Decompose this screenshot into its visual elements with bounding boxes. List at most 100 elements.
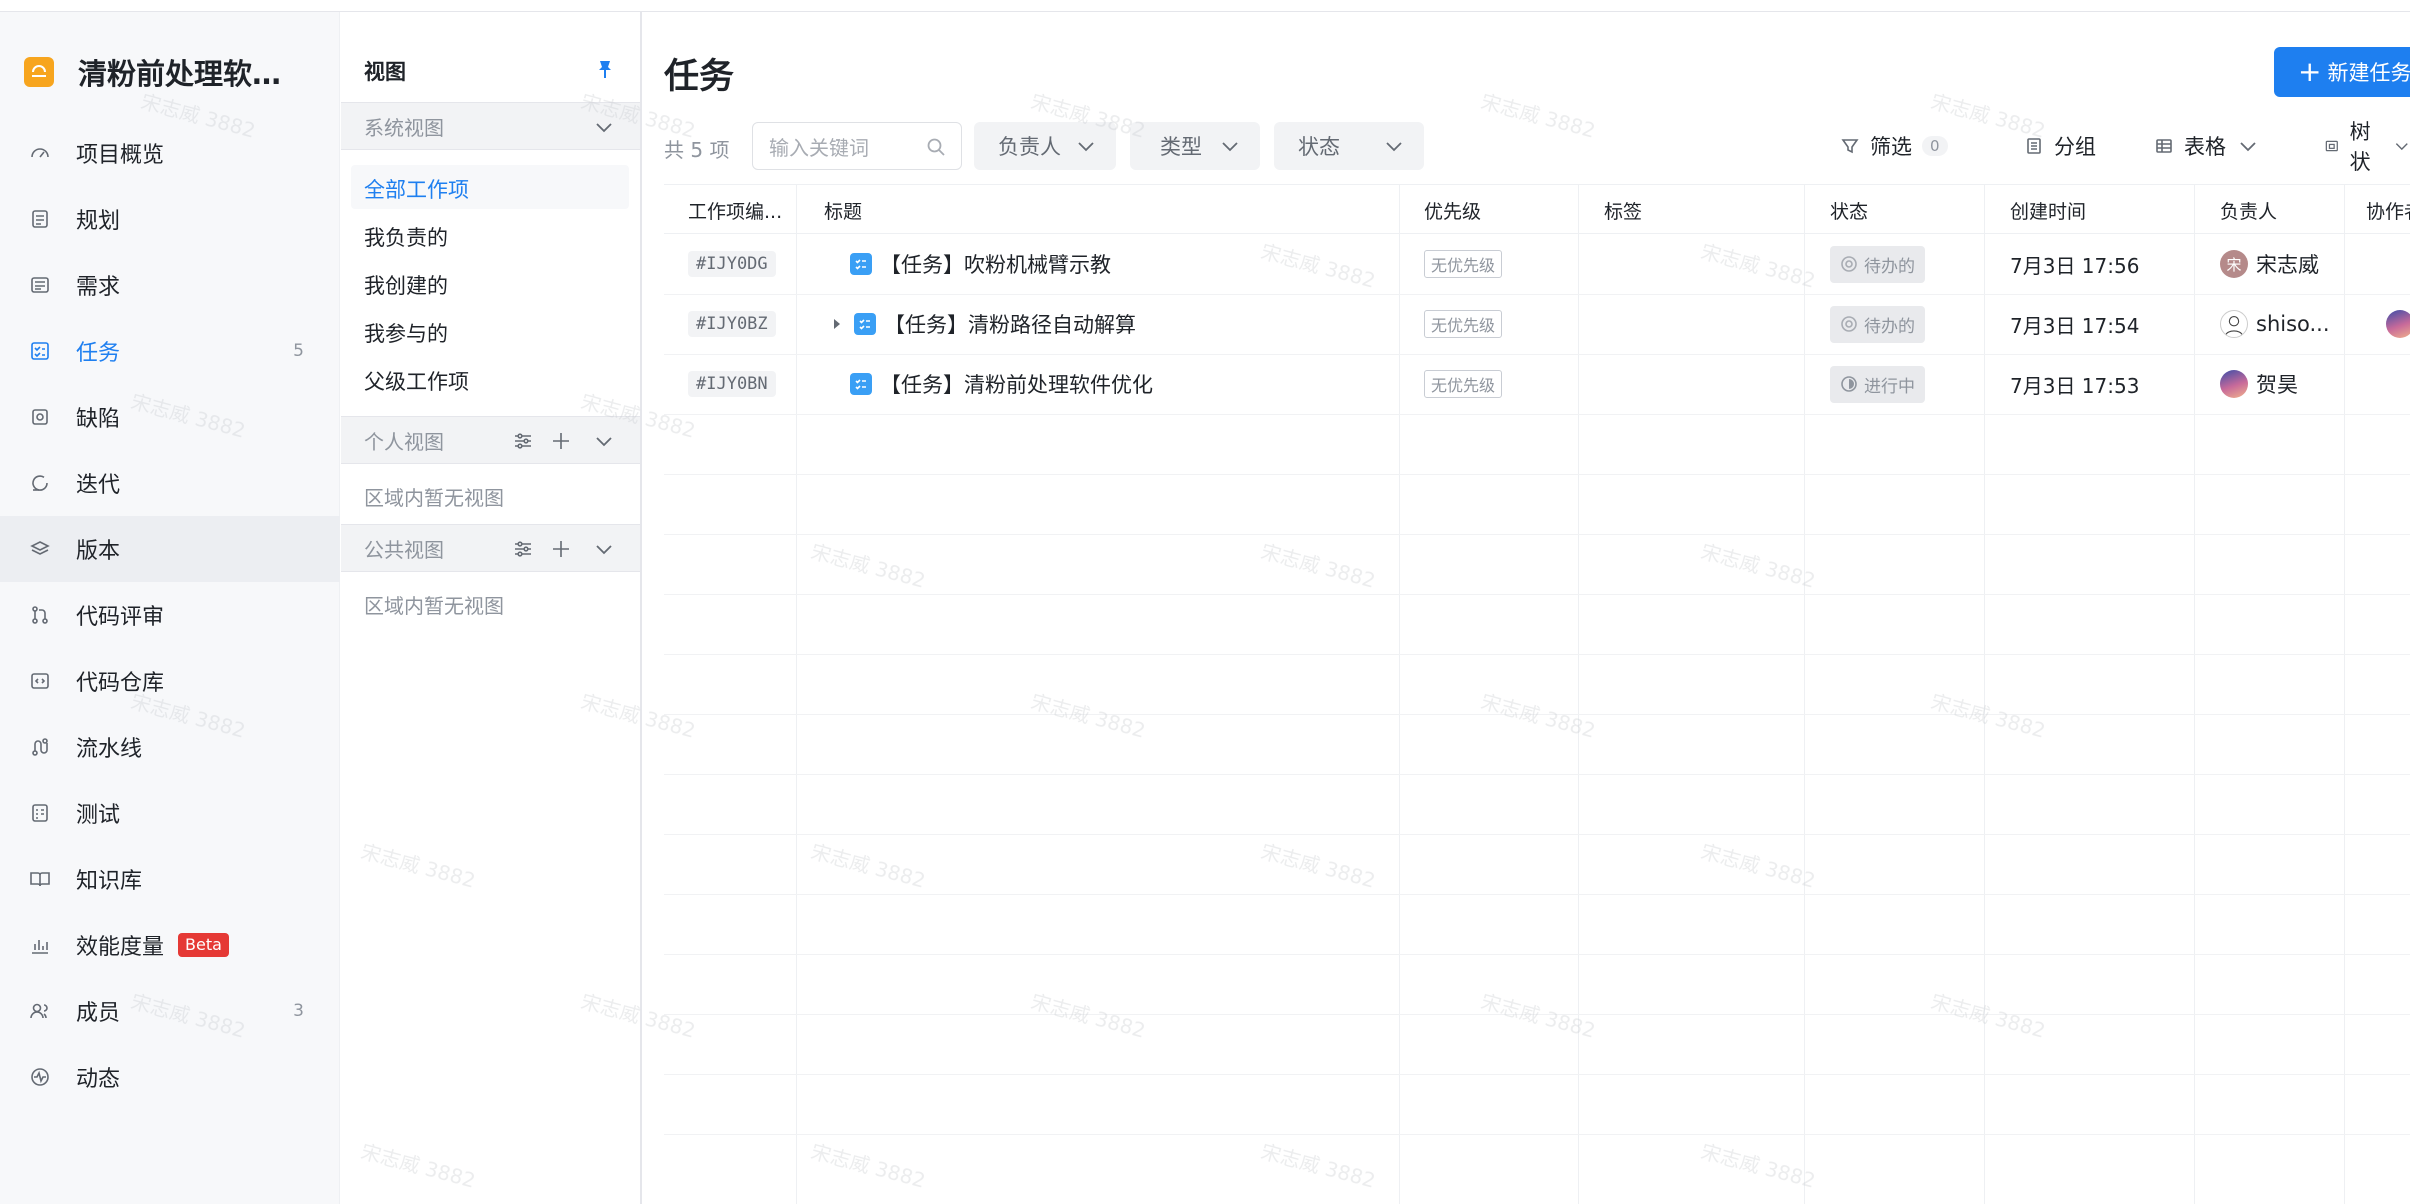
sidebar-item-members[interactable]: 成员 3 [0,978,340,1044]
status-label: 进行中 [1864,376,1915,397]
status-filter[interactable]: 状态 [1274,122,1424,170]
row-divider [664,954,2410,955]
chevron-down-icon[interactable] [594,539,614,559]
group-button[interactable]: 分组 [2024,122,2096,170]
chevron-down-icon [1386,142,1402,152]
work-item-id[interactable]: #IJY0BN [688,371,776,397]
sidebar-item-label: 动态 [76,1067,121,1092]
sidebar-item-iteration[interactable]: 迭代 [0,450,340,516]
search-input[interactable]: 输入关键词 [752,122,962,170]
filter-label: 状态 [1298,135,1340,159]
view-participated[interactable]: 我参与的 [364,318,448,348]
table-row[interactable]: #IJY0BZ 【任务】清粉路径自动解算 无优先级 待办的 7月3日 17:54… [664,294,2410,354]
sidebar-item-version[interactable]: 版本 [0,516,340,582]
type-filter[interactable]: 类型 [1130,122,1260,170]
sidebar-item-overview[interactable]: 项目概览 [0,120,340,186]
project-header[interactable]: 清粉前处理软… [24,52,281,92]
expand-arrow-icon[interactable] [830,317,844,331]
column-header-assignee[interactable]: 负责人 [2220,185,2277,235]
layers-icon [28,537,52,561]
status-badge[interactable]: 进行中 [1830,365,1925,403]
views-title: 视图 [364,60,406,84]
assignee-name[interactable]: shiso... [2256,312,2330,336]
public-views-empty: 区域内暂无视图 [364,594,504,618]
sidebar-item-label: 流水线 [76,737,143,762]
status-label: 待办的 [1864,256,1915,277]
filter-button[interactable]: 筛选 0 [1840,122,1948,170]
sidebar-item-label: 缺陷 [76,407,121,432]
pipeline-icon [28,735,52,759]
priority-badge[interactable]: 无优先级 [1424,310,1503,338]
work-item-title[interactable]: 【任务】清粉路径自动解算 [884,309,1136,339]
plus-icon[interactable] [550,430,572,452]
status-badge[interactable]: 待办的 [1830,305,1925,343]
sidebar-item-bug[interactable]: 缺陷 [0,384,340,450]
sidebar-item-label: 效能度量 [76,935,165,960]
sidebar-item-pipeline[interactable]: 流水线 [0,714,340,780]
table-row[interactable]: #IJY0BN 【任务】清粉前处理软件优化 无优先级 进行中 7月3日 17:5… [664,354,2410,414]
group-icon [2027,138,2041,154]
sidebar-item-repo[interactable]: 代码仓库 [0,648,340,714]
chevron-down-icon [2240,142,2256,152]
plan-icon [28,207,52,231]
work-item-title[interactable]: 【任务】清粉前处理软件优化 [880,369,1153,399]
requirement-icon [28,273,52,297]
beta-badge: Beta [178,933,229,957]
settings-sliders-icon[interactable] [512,430,534,452]
plus-icon[interactable] [550,538,572,560]
created-time: 7月3日 17:54 [2010,313,2140,338]
collaborator-avatar[interactable] [2386,310,2410,338]
column-header-title[interactable]: 标题 [824,185,862,235]
personal-views-section[interactable]: 个人视图 [341,416,640,464]
table-row[interactable]: #IJY0DG 【任务】吹粉机械臂示教 无优先级 待办的 7月3日 17:56 … [664,234,2410,294]
sidebar: 清粉前处理软… 项目概览 规划 需求 任务 5 缺陷 迭代 版本 代码评审 代码… [0,12,340,1204]
view-parent-items[interactable]: 父级工作项 [364,366,469,396]
sidebar-item-insights[interactable]: 效能度量 Beta [0,912,340,978]
column-header-id[interactable]: 工作项编... [688,185,788,235]
priority-badge[interactable]: 无优先级 [1424,250,1503,278]
tree-view-button[interactable]: 树状 [2324,120,2410,174]
priority-badge[interactable]: 无优先级 [1424,370,1503,398]
status-badge[interactable]: 待办的 [1830,245,1925,283]
sidebar-item-label: 知识库 [76,869,143,894]
plus-icon: + [2298,55,2322,88]
chevron-down-icon [2396,143,2409,151]
chevron-down-icon[interactable] [594,431,614,451]
sidebar-item-plan[interactable]: 规划 [0,186,340,252]
pin-icon[interactable] [594,58,616,80]
view-assigned-to-me[interactable]: 我负责的 [364,222,448,252]
assignee-name[interactable]: 贺昊 [2256,369,2298,399]
search-placeholder: 输入关键词 [769,135,869,160]
sidebar-item-task[interactable]: 任务 5 [0,318,340,384]
settings-sliders-icon[interactable] [512,538,534,560]
table-view-button[interactable]: 表格 [2154,122,2258,170]
top-border [0,0,2410,12]
sidebar-item-activity[interactable]: 动态 [0,1044,340,1110]
personal-views-empty: 区域内暂无视图 [364,486,504,510]
column-header-status[interactable]: 状态 [1830,185,1868,235]
new-task-button[interactable]: + 新建任务 [2274,47,2410,97]
work-item-title[interactable]: 【任务】吹粉机械臂示教 [880,249,1111,279]
chevron-down-icon[interactable] [594,117,614,137]
column-header-collaborators[interactable]: 协作者 [2366,185,2410,235]
sidebar-item-code-review[interactable]: 代码评审 [0,582,340,648]
assignee-name[interactable]: 宋志威 [2256,249,2319,279]
public-views-section[interactable]: 公共视图 [341,524,640,572]
view-all-items[interactable]: 全部工作项 [364,174,469,204]
status-in-progress-icon [1841,376,1857,392]
sidebar-item-wiki[interactable]: 知识库 [0,846,340,912]
column-header-tags[interactable]: 标签 [1604,185,1642,235]
work-item-id[interactable]: #IJY0BZ [688,311,776,337]
sidebar-item-requirement[interactable]: 需求 [0,252,340,318]
task-type-icon [850,253,872,275]
column-header-priority[interactable]: 优先级 [1424,185,1481,235]
sidebar-item-label: 规划 [76,209,121,234]
work-item-id[interactable]: #IJY0DG [688,251,776,277]
column-header-created[interactable]: 创建时间 [2010,185,2086,235]
system-views-section[interactable]: 系统视图 [341,102,640,150]
assignee-filter[interactable]: 负责人 [974,122,1116,170]
work-items-table: 工作项编... 标题 优先级 标签 状态 创建时间 负责人 协作者 #IJY0D… [664,184,2410,1204]
sidebar-item-test[interactable]: 测试 [0,780,340,846]
sidebar-item-label: 需求 [76,275,121,300]
view-created-by-me[interactable]: 我创建的 [364,270,448,300]
